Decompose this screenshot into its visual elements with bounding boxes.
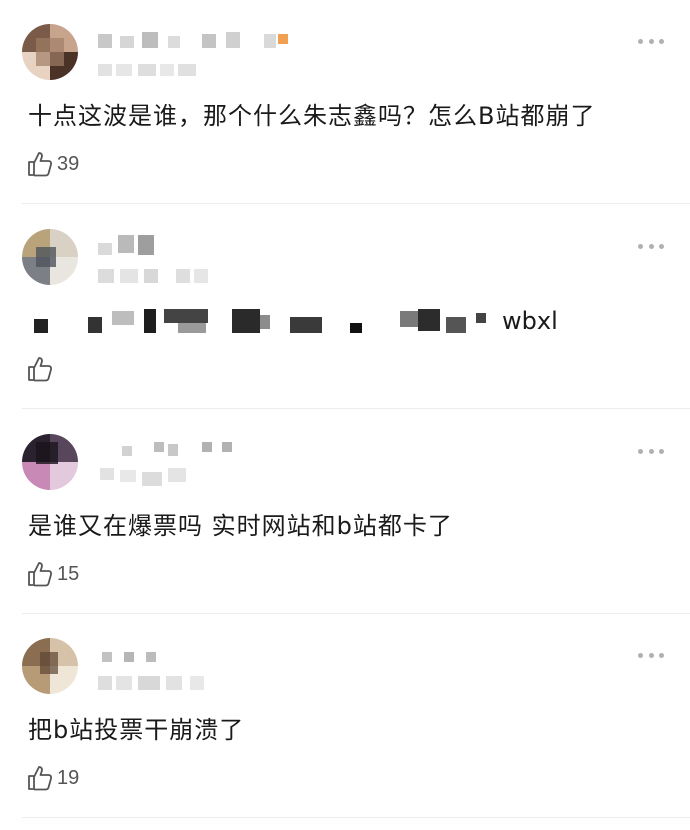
like-button[interactable]: 19 — [26, 762, 79, 794]
like-button[interactable]: 39 — [26, 148, 79, 180]
more-dots-icon[interactable] — [638, 446, 664, 456]
comment-text-mosaic — [28, 309, 528, 339]
timestamp-mosaic — [98, 263, 238, 285]
timestamp-mosaic — [98, 58, 238, 80]
comment-text: 十点这波是谁，那个什么朱志鑫吗？怎么B站都崩了 — [28, 102, 596, 130]
divider — [22, 817, 690, 818]
comment-text: 是谁又在爆票吗 实时网站和b站都卡了 — [28, 512, 453, 540]
avatar[interactable] — [22, 229, 78, 285]
comment-item: 十点这波是谁，那个什么朱志鑫吗？怎么B站都崩了 39 — [0, 0, 690, 204]
more-dots-icon[interactable] — [638, 241, 664, 251]
timestamp-mosaic — [98, 468, 238, 490]
username-mosaic[interactable] — [98, 235, 298, 255]
avatar[interactable] — [22, 434, 78, 490]
username-mosaic[interactable] — [98, 644, 298, 664]
thumbs-up-icon — [28, 766, 53, 791]
more-dots-icon[interactable] — [638, 650, 664, 660]
like-count: 39 — [57, 152, 80, 175]
thumbs-up-icon — [28, 152, 53, 177]
comment-text: 把b站投票干崩溃了 — [28, 716, 245, 744]
timestamp-mosaic — [98, 672, 238, 694]
comment-item: 是谁又在爆票吗 实时网站和b站都卡了 15 — [0, 410, 690, 614]
comment-item: 把b站投票干崩溃了 19 — [0, 614, 690, 818]
avatar[interactable] — [22, 638, 78, 694]
divider — [22, 203, 690, 204]
thumbs-up-icon — [28, 357, 53, 382]
more-dots-icon[interactable] — [638, 36, 664, 46]
comment-text-tail: wbxl — [502, 307, 558, 335]
comment-item: wbxl — [0, 205, 690, 409]
avatar[interactable] — [22, 24, 78, 80]
like-count: 15 — [57, 562, 80, 585]
like-button[interactable]: 15 — [26, 558, 79, 590]
username-mosaic[interactable] — [98, 30, 298, 50]
thumbs-up-icon — [28, 562, 53, 587]
username-mosaic[interactable] — [98, 440, 298, 460]
divider — [22, 408, 690, 409]
like-button[interactable] — [26, 353, 57, 385]
like-count: 19 — [57, 766, 80, 789]
